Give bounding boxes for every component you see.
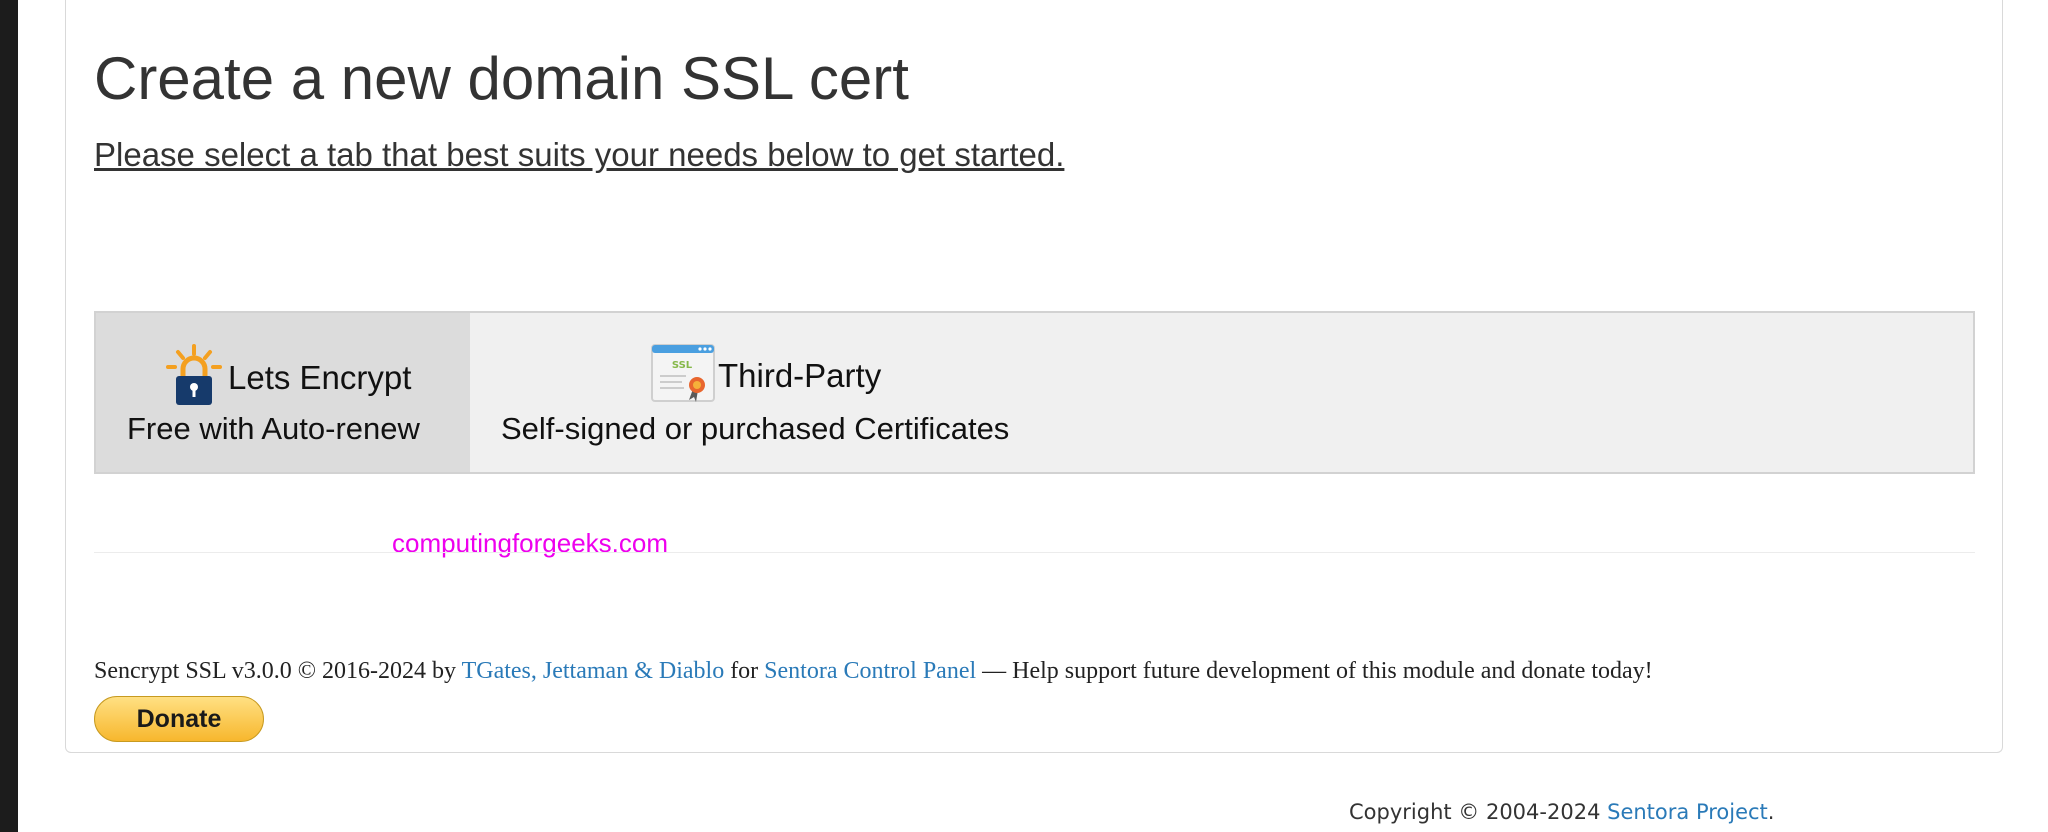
footer-product-text: Sencrypt SSL v3.0.0 © 2016-2024 by	[94, 658, 457, 684]
copyright-line: Copyright © 2004-2024 Sentora Project.	[1349, 800, 1774, 824]
lets-encrypt-lock-icon	[162, 343, 226, 412]
svg-text:SSL: SSL	[672, 360, 693, 371]
sentora-project-link[interactable]: Sentora Project	[1607, 800, 1768, 824]
tab-third-party[interactable]: SSL Third-Party Self-signed or purchased…	[470, 313, 1070, 472]
tab-third-party-subtitle: Self-signed or purchased Certificates	[501, 411, 1010, 446]
copyright-period: .	[1767, 800, 1775, 824]
tab-lets-encrypt-subtitle: Free with Auto-renew	[127, 411, 420, 446]
footer-for-text: for	[730, 658, 759, 684]
copyright-text: Copyright © 2004-2024	[1349, 800, 1601, 824]
section-divider	[94, 552, 1975, 553]
ssl-certificate-icon: SSL	[650, 343, 716, 408]
tab-lets-encrypt[interactable]: Lets Encrypt Free with Auto-renew	[96, 313, 470, 472]
authors-link[interactable]: TGates, Jettaman & Diablo	[462, 658, 725, 684]
left-sidebar-edge	[0, 0, 18, 832]
tab-lets-encrypt-title: Lets Encrypt	[228, 358, 412, 396]
certificate-tabs: Lets Encrypt Free with Auto-renew SSL Th…	[94, 311, 1975, 474]
tab-third-party-title: Third-Party	[718, 356, 882, 394]
module-footer: Sencrypt SSL v3.0.0 © 2016-2024 by TGate…	[94, 658, 1653, 685]
donate-button[interactable]: Donate	[94, 696, 264, 742]
watermark-text: computingforgeeks.com	[392, 528, 669, 558]
sentora-control-panel-link[interactable]: Sentora Control Panel	[764, 658, 976, 684]
footer-support-text: — Help support future development of thi…	[982, 658, 1653, 684]
page-title: Create a new domain SSL cert	[94, 45, 909, 112]
page-subtitle: Please select a tab that best suits your…	[94, 136, 1065, 173]
